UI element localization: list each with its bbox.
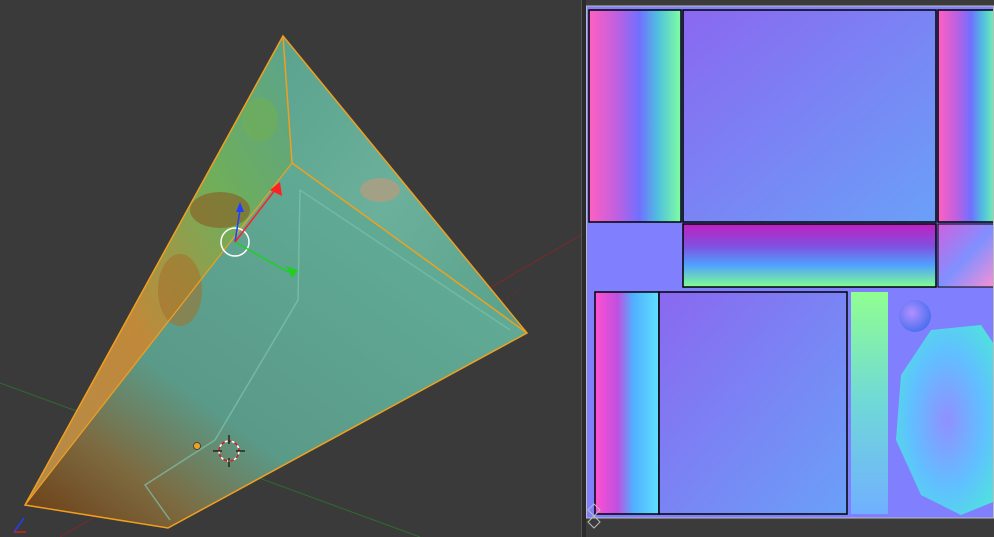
pivot-point-icon	[193, 442, 201, 450]
uv-island[interactable]	[658, 291, 848, 515]
3d-viewport[interactable]	[0, 0, 581, 537]
uv-island[interactable]	[899, 300, 931, 332]
texture-patch	[360, 178, 400, 202]
texture-patch	[158, 254, 202, 326]
uv-island[interactable]	[851, 292, 888, 514]
uv-island[interactable]	[594, 291, 660, 515]
mesh-face-front[interactable]	[25, 163, 527, 528]
uv-island[interactable]	[937, 223, 994, 288]
uv-editor[interactable]	[586, 0, 994, 537]
uv-island[interactable]	[937, 9, 994, 223]
uv-island[interactable]	[588, 9, 682, 223]
uv-canvas[interactable]	[586, 0, 994, 537]
uv-island[interactable]	[682, 223, 937, 288]
texture-patch	[242, 98, 278, 142]
viewport-canvas[interactable]	[0, 0, 581, 537]
uv-island[interactable]	[682, 9, 937, 223]
axis-indicator-icon	[13, 517, 26, 533]
